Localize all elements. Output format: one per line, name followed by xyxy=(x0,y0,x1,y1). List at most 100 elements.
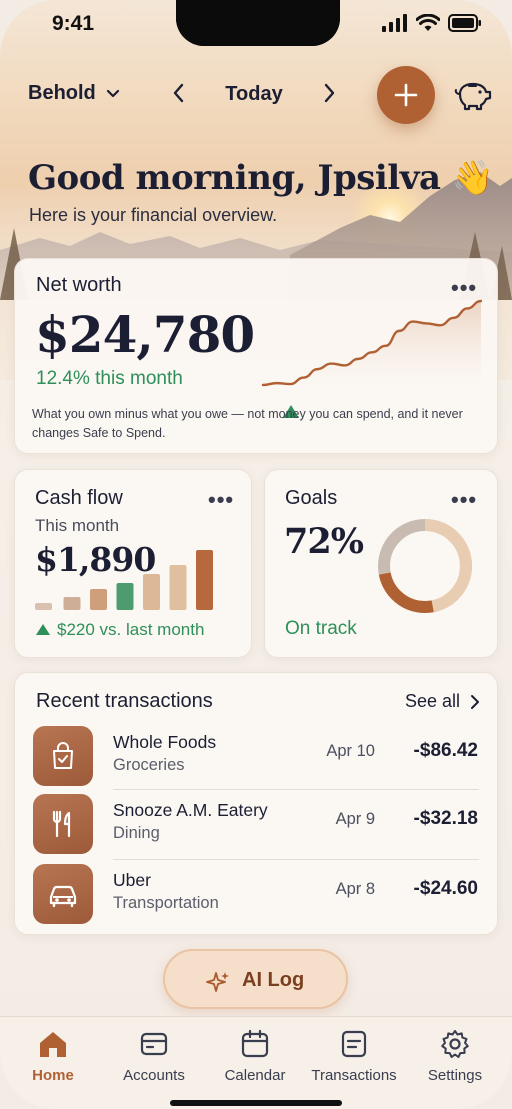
divider xyxy=(113,789,479,790)
transaction-row[interactable]: Uber Transportation Apr 8 -$24.60 xyxy=(15,864,499,932)
battery-icon xyxy=(448,14,481,32)
date-label[interactable]: Today xyxy=(168,83,340,106)
home-icon xyxy=(40,1032,66,1057)
tab-transactions[interactable]: Transactions xyxy=(306,1029,402,1084)
tab-label: Accounts xyxy=(123,1067,185,1084)
goals-card[interactable]: Goals ••• 72% On track xyxy=(264,469,498,658)
transaction-row[interactable]: Whole Foods Groceries Apr 10 -$86.42 xyxy=(15,726,499,794)
net-worth-title: Net worth xyxy=(36,274,122,296)
cash-flow-bar xyxy=(63,597,81,610)
account-switcher[interactable]: Behold xyxy=(28,82,120,105)
cash-flow-bar-chart xyxy=(35,550,213,610)
transaction-amount: -$32.18 xyxy=(413,808,478,829)
cash-flow-change: $220 vs. last month xyxy=(35,620,204,640)
cash-flow-bar xyxy=(169,565,187,610)
piggy-bank-icon xyxy=(454,82,492,111)
status-bar: 9:41 xyxy=(0,0,512,52)
date-navigator: Today xyxy=(168,80,340,110)
net-worth-change: 12.4% this month xyxy=(36,368,299,418)
cash-flow-card[interactable]: Cash flow ••• This month $1,890 $220 vs.… xyxy=(14,469,252,658)
greeting-title: Good morning, Jpsilva 👋 xyxy=(28,158,494,198)
goals-percent: 72% xyxy=(284,521,364,562)
tab-label: Calendar xyxy=(224,1067,286,1084)
document-icon xyxy=(341,1030,367,1058)
net-worth-note: What you own minus what you owe — not mo… xyxy=(32,407,463,440)
status-time: 9:41 xyxy=(52,12,95,35)
net-worth-value: $24,780 xyxy=(35,305,255,364)
savings-button[interactable] xyxy=(452,78,492,112)
calendar-icon xyxy=(241,1029,269,1058)
see-all-label: See all xyxy=(405,691,461,711)
add-button[interactable] xyxy=(377,66,435,124)
goals-title: Goals xyxy=(285,487,338,509)
brand-label: Behold xyxy=(28,82,96,104)
tab-accounts[interactable]: Accounts xyxy=(106,1029,202,1084)
goals-progress-ring xyxy=(378,519,472,613)
car-icon xyxy=(49,885,77,908)
net-worth-change-text: 12.4% this month xyxy=(36,368,183,389)
chevron-down-icon xyxy=(106,89,119,97)
cash-flow-bar xyxy=(116,583,134,610)
ai-log-label: AI Log xyxy=(242,969,305,991)
transaction-date: Apr 8 xyxy=(335,880,375,898)
top-nav: Behold Today xyxy=(0,66,512,124)
tab-home[interactable]: Home xyxy=(5,1029,101,1084)
wallet-icon xyxy=(140,1032,168,1056)
cash-flow-change-text: $220 vs. last month xyxy=(57,620,205,639)
signal-icon xyxy=(382,14,407,32)
cash-flow-period: This month xyxy=(35,516,120,535)
see-all-link[interactable]: See all xyxy=(405,691,480,712)
transaction-merchant: Whole Foods xyxy=(113,732,217,752)
transaction-date: Apr 9 xyxy=(335,810,375,828)
tab-settings[interactable]: Settings xyxy=(407,1029,503,1084)
cash-flow-title: Cash flow xyxy=(35,487,123,509)
cash-flow-bar xyxy=(90,589,107,610)
transaction-icon-tile xyxy=(33,726,93,786)
transaction-merchant: Uber xyxy=(113,870,151,890)
tab-label: Home xyxy=(32,1067,74,1084)
tab-label: Settings xyxy=(427,1067,483,1084)
transaction-amount: -$24.60 xyxy=(413,878,478,899)
triangle-up-icon xyxy=(36,624,50,635)
cash-flow-bar xyxy=(35,603,52,610)
transaction-category: Transportation xyxy=(113,894,219,912)
goals-status: On track xyxy=(285,618,357,639)
more-options-icon[interactable]: ••• xyxy=(451,489,477,511)
tab-label: Transactions xyxy=(311,1067,397,1084)
transaction-amount: -$86.42 xyxy=(413,740,478,761)
greeting-subtitle: Here is your financial overview. xyxy=(29,205,278,225)
transactions-title: Recent transactions xyxy=(36,690,213,712)
transaction-date: Apr 10 xyxy=(326,742,375,760)
plus-icon xyxy=(394,83,418,107)
transaction-category: Dining xyxy=(113,824,160,842)
home-indicator xyxy=(170,1100,342,1106)
fork-knife-icon xyxy=(52,810,71,838)
recent-transactions-card: Recent transactions See all Whole Foods … xyxy=(14,672,498,935)
tab-bar: Home Accounts Calendar Transactions Sett… xyxy=(0,1016,512,1109)
transaction-row[interactable]: Snooze A.M. Eatery Dining Apr 9 -$32.18 xyxy=(15,794,499,862)
status-icons xyxy=(382,14,482,32)
chevron-right-icon xyxy=(471,694,480,709)
wifi-icon xyxy=(416,14,440,31)
transaction-merchant: Snooze A.M. Eatery xyxy=(113,800,268,820)
cash-flow-bar xyxy=(196,550,213,610)
transaction-icon-tile xyxy=(33,794,93,854)
dynamic-island xyxy=(176,0,340,46)
more-options-icon[interactable]: ••• xyxy=(208,489,234,511)
more-options-icon[interactable]: ••• xyxy=(451,277,477,299)
ai-log-button[interactable]: AI Log xyxy=(163,949,348,1009)
tab-calendar[interactable]: Calendar xyxy=(207,1029,303,1084)
gear-icon xyxy=(441,1030,469,1058)
sparkle-icon xyxy=(206,972,229,992)
net-worth-card[interactable]: Net worth ••• $24,780 12.4% this month W… xyxy=(14,258,498,454)
sparkline-area xyxy=(263,301,481,389)
cash-flow-bar xyxy=(143,574,160,610)
transaction-icon-tile xyxy=(33,864,93,924)
divider xyxy=(113,859,479,860)
ring-progress-accent xyxy=(378,519,472,613)
net-worth-sparkline xyxy=(261,299,483,389)
transaction-category: Groceries xyxy=(113,756,185,774)
chevron-right-icon[interactable] xyxy=(322,82,336,104)
phone-screen: 9:41 Behold Today Good morning, Jpsilva … xyxy=(0,0,512,1109)
shopping-bag-icon xyxy=(53,742,73,769)
